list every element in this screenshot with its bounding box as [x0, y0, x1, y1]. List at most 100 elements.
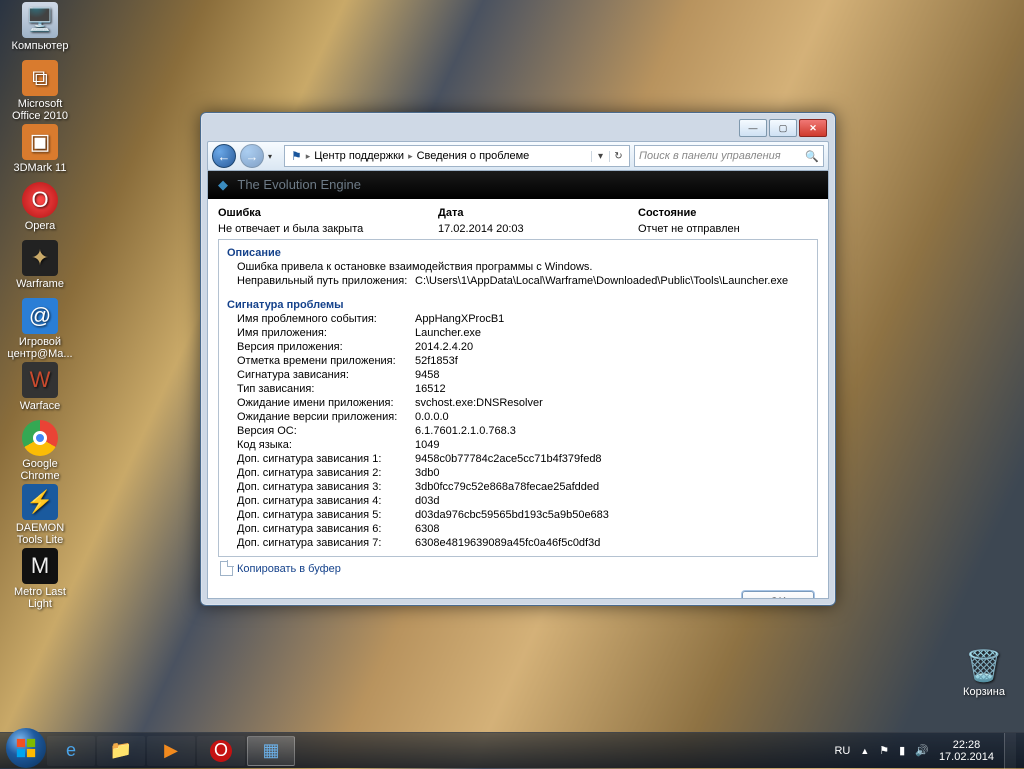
signature-key: Версия приложения: — [237, 340, 415, 354]
tray-network-icon[interactable]: ▮ — [899, 744, 905, 757]
desktop-icon-computer[interactable]: 🖥️ Компьютер — [4, 2, 76, 52]
signature-value: 2014.2.4.20 — [415, 340, 809, 354]
windows-logo-icon — [15, 737, 37, 759]
signature-key: Тип зависания: — [237, 382, 415, 396]
summary-error-head: Ошибка — [218, 207, 438, 219]
signature-row: Доп. сигнатура зависания 3:3db0fcc79c52e… — [227, 480, 809, 494]
opera-icon: O — [210, 740, 232, 762]
breadcrumb-dropdown[interactable]: ▾ — [591, 151, 609, 162]
signature-row: Имя проблемного события:AppHangXProcB1 — [227, 312, 809, 326]
signature-row: Тип зависания:16512 — [227, 382, 809, 396]
titlebar[interactable]: — ▢ ✕ — [207, 119, 829, 141]
signature-title: Сигнатура проблемы — [227, 298, 809, 312]
signature-value: 3db0fcc79c52e868a78fecae25afdded — [415, 480, 809, 494]
signature-row: Версия приложения:2014.2.4.20 — [227, 340, 809, 354]
summary-status-val: Отчет не отправлен — [638, 223, 818, 235]
desktop-icon-warface[interactable]: W Warface — [4, 362, 76, 412]
signature-value: svchost.exe:DNSResolver — [415, 396, 809, 410]
breadcrumb-refresh[interactable]: ↻ — [609, 151, 627, 162]
taskbar-mediaplayer[interactable]: ▶ — [147, 736, 195, 766]
signature-key: Доп. сигнатура зависания 3: — [237, 480, 415, 494]
desktop-icon-opera[interactable]: O Opera — [4, 182, 76, 232]
metro-icon: M — [22, 548, 58, 584]
taskbar-action-center[interactable]: ▦ — [247, 736, 295, 766]
ok-button[interactable]: OK — [742, 591, 814, 599]
faulting-path-value: C:\Users\1\AppData\Local\Warframe\Downlo… — [415, 274, 809, 288]
signature-key: Версия ОС: — [237, 424, 415, 438]
minimize-button[interactable]: — — [739, 119, 767, 137]
start-button[interactable] — [6, 728, 46, 768]
breadcrumb[interactable]: ⚑ ▸ Центр поддержки ▸ Сведения о проблем… — [284, 145, 630, 167]
taskbar-opera[interactable]: O — [197, 736, 245, 766]
signature-key: Ожидание имени приложения: — [237, 396, 415, 410]
taskbar-explorer[interactable]: 📁 — [97, 736, 145, 766]
close-button[interactable]: ✕ — [799, 119, 827, 137]
desktop-icon-3dmark[interactable]: ▣ 3DMark 11 — [4, 124, 76, 174]
summary-date-head: Дата — [438, 207, 638, 219]
signature-row: Доп. сигнатура зависания 6:6308 — [227, 522, 809, 536]
system-tray: RU ▲ ⚑ ▮ 🔊 22:28 17.02.2014 — [834, 733, 1020, 769]
copy-icon — [220, 561, 233, 576]
signature-row: Доп. сигнатура зависания 4:d03d — [227, 494, 809, 508]
desktop-icon-gamecenter[interactable]: @ Игровой центр@Ma... — [4, 298, 76, 360]
back-button[interactable]: ← — [212, 144, 236, 168]
3dmark-icon: ▣ — [22, 124, 58, 160]
desktop-icon-office[interactable]: ⧉ Microsoft Office 2010 — [4, 60, 76, 122]
search-input[interactable]: Поиск в панели управления 🔍 — [634, 145, 824, 167]
breadcrumb-seg-1[interactable]: Центр поддержки — [310, 150, 408, 162]
taskbar-ie[interactable]: e — [47, 736, 95, 766]
desktop-icon-warframe[interactable]: ✦ Warframe — [4, 240, 76, 290]
signature-row: Доп. сигнатура зависания 5:d03da976cbc59… — [227, 508, 809, 522]
signature-key: Доп. сигнатура зависания 4: — [237, 494, 415, 508]
maximize-button[interactable]: ▢ — [769, 119, 797, 137]
action-center-icon: ▦ — [262, 740, 279, 761]
tray-chevron-icon[interactable]: ▲ — [860, 746, 869, 756]
desktop-icon-recycle[interactable]: 🗑️ Корзина — [948, 648, 1020, 698]
warframe-icon: ✦ — [22, 240, 58, 276]
desktop-icon-metro[interactable]: M Metro Last Light — [4, 548, 76, 610]
signature-value: 16512 — [415, 382, 809, 396]
signature-value: 9458c0b77784c2ace5cc71b4f379fed8 — [415, 452, 809, 466]
signature-key: Имя приложения: — [237, 326, 415, 340]
forward-button[interactable]: → — [240, 144, 264, 168]
show-desktop-button[interactable] — [1004, 733, 1016, 769]
warface-icon: W — [22, 362, 58, 398]
copy-to-clipboard-link[interactable]: Копировать в буфер — [220, 561, 341, 576]
nav-history-dropdown[interactable]: ▾ — [268, 152, 280, 161]
signature-row: Ожидание версии приложения:0.0.0.0 — [227, 410, 809, 424]
opera-icon: O — [22, 182, 58, 218]
detail-box: Описание Ошибка привела к остановке взаи… — [218, 239, 818, 557]
summary-row: Ошибка Не отвечает и была закрыта Дата 1… — [218, 207, 818, 235]
signature-key: Доп. сигнатура зависания 5: — [237, 508, 415, 522]
navigation-bar: ← → ▾ ⚑ ▸ Центр поддержки ▸ Сведения о п… — [207, 141, 829, 171]
faulting-path-label: Неправильный путь приложения: — [237, 274, 415, 288]
content-area: Ошибка Не отвечает и была закрыта Дата 1… — [207, 199, 829, 599]
signature-value: 6.1.7601.2.1.0.768.3 — [415, 424, 809, 438]
signature-key: Ожидание версии приложения: — [237, 410, 415, 424]
folder-icon: 📁 — [110, 740, 132, 761]
signature-row: Ожидание имени приложения:svchost.exe:DN… — [227, 396, 809, 410]
language-indicator[interactable]: RU — [834, 745, 850, 757]
signature-row: Имя приложения:Launcher.exe — [227, 326, 809, 340]
signature-row: Доп. сигнатура зависания 1:9458c0b77784c… — [227, 452, 809, 466]
signature-key: Код языка: — [237, 438, 415, 452]
signature-key: Доп. сигнатура зависания 7: — [237, 536, 415, 550]
signature-value: d03da976cbc59565bd193c5a9b50e683 — [415, 508, 809, 522]
signature-row: Код языка:1049 — [227, 438, 809, 452]
breadcrumb-seg-2[interactable]: Сведения о проблеме — [413, 150, 534, 162]
tray-volume-icon[interactable]: 🔊 — [915, 744, 929, 757]
desktop-icon-chrome[interactable]: Google Chrome — [4, 420, 76, 482]
summary-date-val: 17.02.2014 20:03 — [438, 223, 638, 235]
signature-row: Сигнатура зависания:9458 — [227, 368, 809, 382]
signature-value: 6308 — [415, 522, 809, 536]
tray-flag-icon[interactable]: ⚑ — [879, 744, 889, 757]
signature-value: 9458 — [415, 368, 809, 382]
gamecenter-icon: @ — [22, 298, 58, 334]
description-title: Описание — [227, 246, 809, 260]
clock[interactable]: 22:28 17.02.2014 — [939, 739, 994, 763]
flag-icon: ⚑ — [287, 149, 306, 163]
signature-row: Версия ОС:6.1.7601.2.1.0.768.3 — [227, 424, 809, 438]
summary-error-val: Не отвечает и была закрыта — [218, 223, 438, 235]
signature-key: Доп. сигнатура зависания 6: — [237, 522, 415, 536]
desktop-icon-daemon[interactable]: ⚡ DAEMON Tools Lite — [4, 484, 76, 546]
